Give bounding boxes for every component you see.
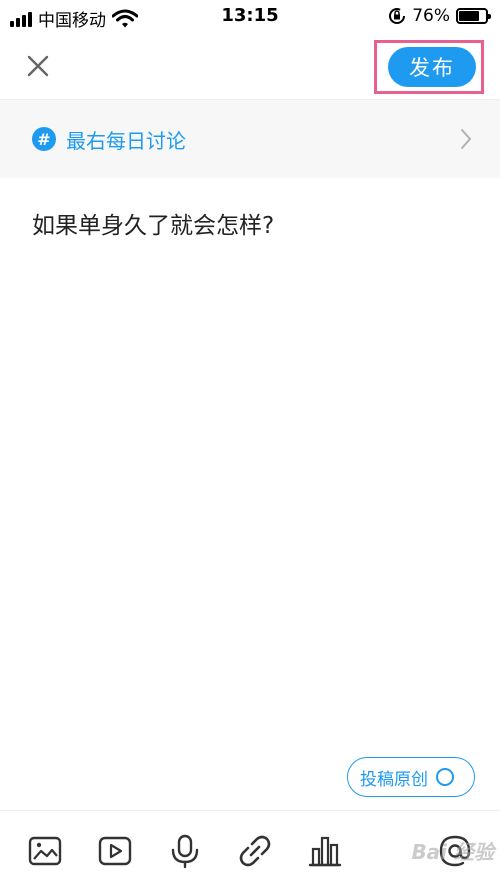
compose-header: 发布 xyxy=(0,34,500,100)
post-text-input[interactable]: 如果单身久了就会怎样? xyxy=(32,206,274,240)
video-icon[interactable] xyxy=(97,833,133,869)
chevron-right-icon xyxy=(461,129,471,149)
image-icon[interactable] xyxy=(27,833,63,869)
original-post-toggle[interactable]: 投稿原创 xyxy=(347,757,475,797)
status-right: 76% xyxy=(388,6,491,26)
link-icon[interactable] xyxy=(237,833,273,869)
topic-selector[interactable]: # 最右每日讨论 xyxy=(0,100,500,178)
battery-percent: 76% xyxy=(412,6,450,26)
microphone-icon[interactable] xyxy=(167,833,203,869)
hash-icon: # xyxy=(32,127,56,151)
topic-label: 最右每日讨论 xyxy=(66,128,186,153)
close-icon[interactable] xyxy=(22,50,54,82)
rotation-lock-icon xyxy=(389,8,406,24)
battery-level xyxy=(459,11,479,21)
radio-circle-icon xyxy=(436,768,454,786)
status-bar: 中国移动 13:15 76% xyxy=(0,0,500,34)
watermark: Bai 经验 xyxy=(411,840,494,864)
original-post-label: 投稿原创 xyxy=(360,769,428,790)
publish-button[interactable]: 发布 xyxy=(388,47,476,87)
vote-icon[interactable] xyxy=(307,833,343,869)
battery-icon xyxy=(456,8,491,24)
